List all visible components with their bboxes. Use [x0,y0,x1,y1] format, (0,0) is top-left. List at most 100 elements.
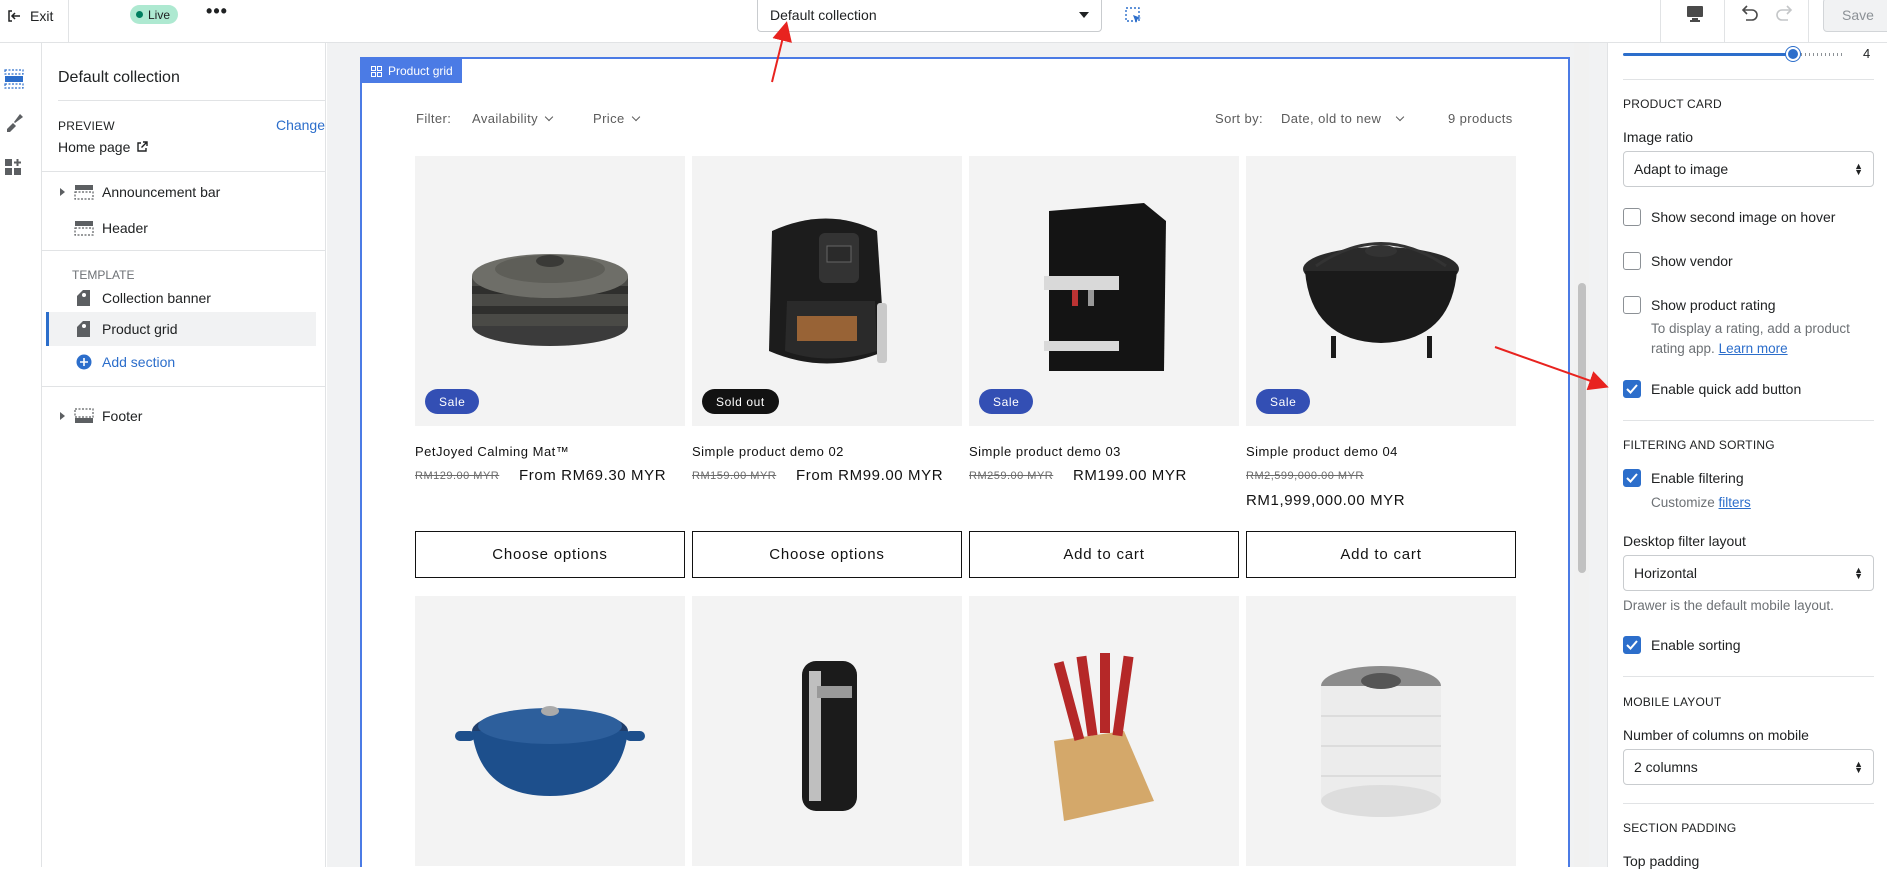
product-title[interactable]: PetJoyed Calming Mat™ [415,444,569,459]
check-icon [1626,384,1638,394]
chevron-down-icon [544,112,554,122]
divider [58,100,325,101]
choose-options-button[interactable]: Choose options [692,531,962,578]
desktop-view-button[interactable] [1680,0,1710,28]
image-ratio-select[interactable]: Adapt to image ▲ ▼ [1623,151,1874,187]
filter-availability[interactable]: Availability [472,111,554,126]
sections-nav-button[interactable] [3,68,25,90]
scrollbar-thumb[interactable] [1578,283,1586,573]
product-title[interactable]: Simple product demo 02 [692,444,844,459]
exit-button[interactable]: Exit [6,5,53,27]
compare-price: RM259.00 MYR [969,470,1054,482]
checkbox[interactable] [1623,296,1641,314]
product-title[interactable]: Simple product demo 03 [969,444,1121,459]
product-image[interactable] [969,596,1239,866]
more-icon: ••• [206,1,228,21]
checkbox-checked[interactable] [1623,380,1641,398]
tag-icon [74,321,94,337]
save-button[interactable]: Save [1823,0,1887,32]
mobile-columns-select[interactable]: 2 columns ▲ ▼ [1623,749,1874,785]
sidebar-item-footer[interactable]: Footer [42,401,312,431]
desktop-filter-label: Desktop filter layout [1623,533,1746,549]
filters-link[interactable]: filters [1719,495,1751,510]
can-opener-image [802,661,857,811]
filter-price[interactable]: Price [593,111,640,126]
water-dispenser-image [1044,203,1166,371]
checkbox-checked[interactable] [1623,636,1641,654]
divider [1623,676,1874,677]
select-arrows-icon: ▲ ▼ [1854,565,1863,581]
product-image[interactable]: Sold out [692,156,962,426]
canvas-scrollbar[interactable] [1574,43,1589,867]
checkbox-label: Enable quick add button [1651,381,1802,397]
checkbox[interactable] [1623,208,1641,226]
section-block-icon [74,184,94,200]
mobile-columns-label: Number of columns on mobile [1623,727,1809,743]
sidebar-item-collection-banner[interactable]: Collection banner [42,283,312,313]
theme-settings-nav-button[interactable] [3,111,25,133]
desktop-filter-value: Horizontal [1634,565,1698,581]
checkbox-label: Show product rating [1651,297,1776,313]
mobile-layout-heading: MOBILE LAYOUT [1623,695,1722,709]
product-count: 9 products [1448,111,1513,126]
checkbox[interactable] [1623,252,1641,270]
section-tag: Product grid [362,59,462,83]
add-to-cart-button[interactable]: Add to cart [969,531,1239,578]
top-bar: Exit Live ••• Default collection Save [0,0,1887,43]
quick-add-checkbox[interactable]: Enable quick add button [1623,380,1801,398]
section-padding-heading: SECTION PADDING [1623,821,1737,835]
learn-more-link[interactable]: Learn more [1719,341,1788,356]
choose-options-button[interactable]: Choose options [415,531,685,578]
sidebar-item-announcement-bar[interactable]: Announcement bar [42,177,312,207]
product-image[interactable] [1246,596,1516,866]
preview-page-link[interactable]: Home page [58,139,149,155]
enable-sorting-checkbox[interactable]: Enable sorting [1623,636,1741,654]
help-text: Customize [1651,495,1715,510]
sort-select[interactable]: Date, old to new [1281,111,1405,126]
show-vendor-checkbox[interactable]: Show vendor [1623,252,1733,270]
product-image[interactable]: Sale [969,156,1239,426]
redo-button[interactable] [1772,0,1798,28]
inspect-button[interactable] [1119,2,1149,30]
sidebar-item-header[interactable]: Header [42,213,312,243]
inspect-icon [1125,7,1141,23]
checkbox-label: Show second image on hover [1651,209,1836,225]
sidebar-item-product-grid[interactable]: Product grid [46,312,316,346]
slider-knob[interactable] [1786,47,1800,61]
show-rating-checkbox[interactable]: Show product rating [1623,296,1776,314]
divider [1623,79,1874,80]
tag-icon [74,290,94,306]
divider [1623,420,1874,421]
apps-nav-button[interactable] [3,156,25,178]
product-grid-section[interactable]: Product grid Filter: Availability Price … [360,57,1570,867]
product-image[interactable] [692,596,962,866]
filtering-heading: FILTERING AND SORTING [1623,438,1775,452]
template-select[interactable]: Default collection [757,0,1102,32]
enable-filtering-checkbox[interactable]: Enable filtering [1623,469,1744,487]
sold-out-badge: Sold out [702,389,779,414]
product-price: From RM69.30 MYR [519,467,667,484]
add-to-cart-button[interactable]: Add to cart [1246,531,1516,578]
product-image[interactable]: Sale [415,156,685,426]
compare-price: RM159.00 MYR [692,470,777,482]
product-image[interactable]: Sale [1246,156,1516,426]
template-label: TEMPLATE [72,268,135,282]
add-section-button[interactable]: Add section [42,347,312,377]
theme-settings-icon [7,114,23,132]
columns-slider[interactable] [1623,47,1843,61]
checkbox-checked[interactable] [1623,469,1641,487]
chevron-down-icon [1396,112,1405,122]
show-second-image-checkbox[interactable]: Show second image on hover [1623,208,1835,226]
divider [1724,0,1725,43]
product-title[interactable]: Simple product demo 04 [1246,444,1398,459]
exit-label: Exit [30,8,54,24]
more-actions-button[interactable]: ••• [205,2,229,26]
knife-block-image [1053,653,1154,821]
sort-label: Sort by: [1215,111,1263,126]
desktop-filter-select[interactable]: Horizontal ▲ ▼ [1623,555,1874,591]
undo-button[interactable] [1736,0,1762,28]
sidebar-item-label: Header [102,220,148,236]
product-image[interactable] [415,596,685,866]
cookware-set-image [472,254,628,346]
change-preview-link[interactable]: Change [276,117,325,133]
